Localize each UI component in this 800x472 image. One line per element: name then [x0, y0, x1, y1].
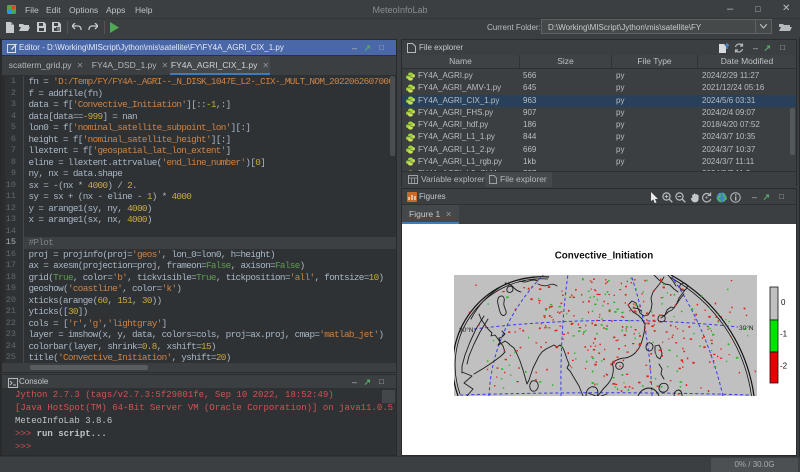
svg-text:Convective_Initiation: Convective_Initiation — [555, 251, 654, 262]
svg-text:30°N: 30°N — [459, 326, 474, 334]
svg-text:30°N: 30°N — [739, 324, 754, 332]
svg-text:0: 0 — [781, 298, 786, 307]
svg-text:-2: -2 — [780, 362, 788, 371]
svg-text:-1: -1 — [780, 330, 788, 339]
